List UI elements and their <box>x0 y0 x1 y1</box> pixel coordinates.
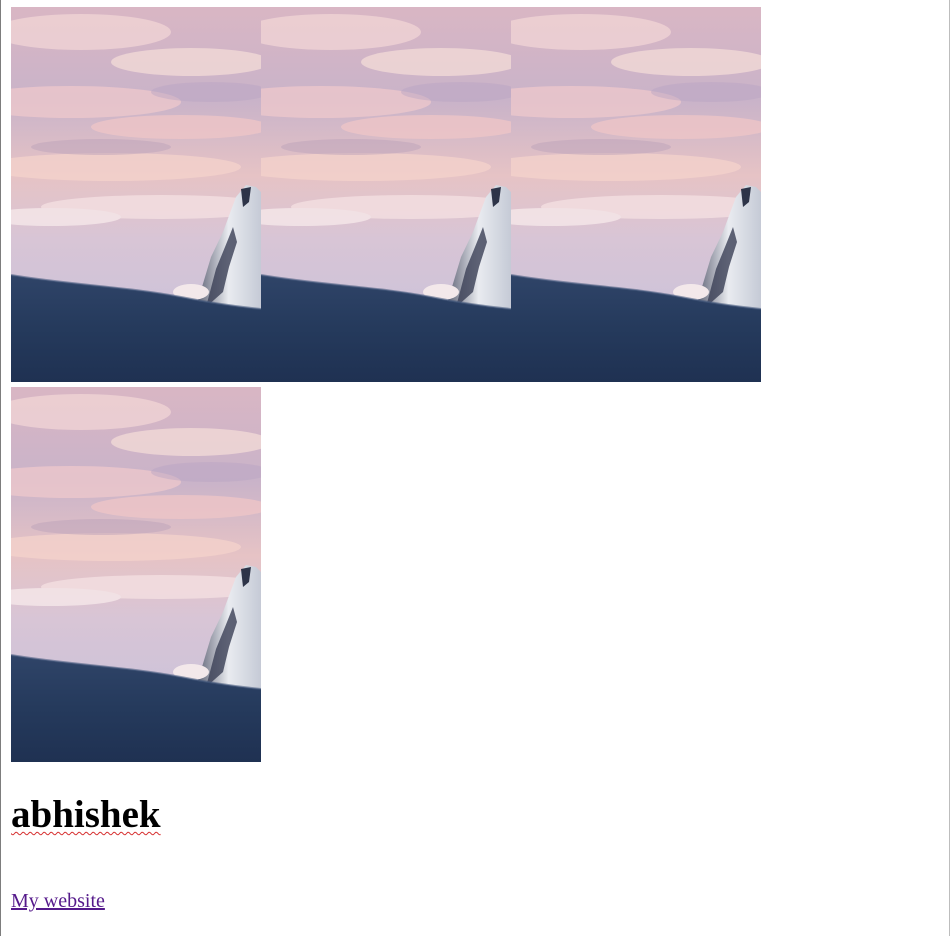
mountain-photo <box>11 387 261 762</box>
gallery-image-4 <box>11 387 261 762</box>
gallery-image-2 <box>261 7 511 382</box>
mountain-photo <box>261 7 511 382</box>
my-website-link[interactable]: My website <box>11 890 105 913</box>
gallery-image-3 <box>511 7 761 382</box>
mountain-photo <box>11 7 261 382</box>
window-left-border <box>0 0 1 936</box>
page-heading: abhishek <box>11 793 161 836</box>
gallery-image-1 <box>11 7 261 382</box>
mountain-photo <box>511 7 761 382</box>
